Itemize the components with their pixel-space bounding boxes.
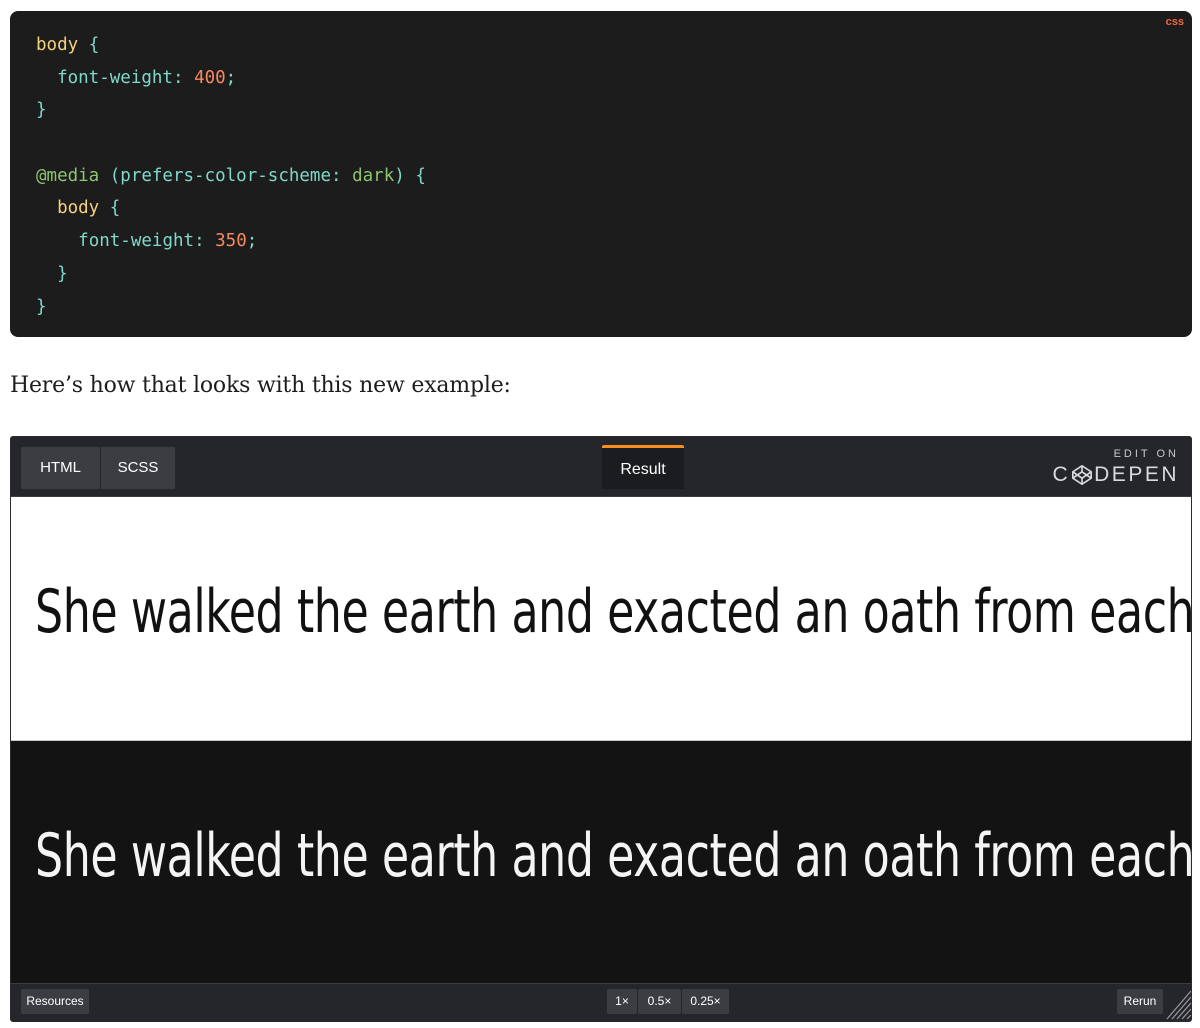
edit-on-label: EDIT ON [1113,448,1179,460]
resize-grip-icon[interactable] [1165,985,1191,1021]
tab-html[interactable]: HTML [21,447,100,489]
code-token: } [57,263,68,284]
code-lines: body { font-weight: 400;} @media (prefers… [36,29,426,323]
code-token: body [57,198,100,219]
sample-text-light: She walked the earth and exacted an oath… [35,577,1191,647]
code-token: ; [225,67,237,88]
code-token: 400 [194,67,226,88]
code-line: } [36,291,426,324]
code-token: body [36,35,79,55]
code-token: } [36,100,47,121]
code-token: { [78,35,100,55]
embed-footer: Resources 1× 0.5× 0.25× Rerun [11,983,1191,1021]
code-line: @media (prefers-color-scheme: dark) { [36,160,426,193]
code-token: font-weight [78,231,195,252]
code-token: : [194,231,216,252]
code-line: } [36,94,426,127]
codepen-logo-link[interactable]: C DEPEN [1052,461,1179,489]
code-line: font-weight: 350; [36,225,426,258]
code-token: : [172,67,195,88]
code-line: } [36,258,426,291]
code-token: dark [352,165,395,186]
sample-text-dark: She walked the earth and exacted an oath… [35,821,1191,891]
embed-header: HTML SCSS Result EDIT ON C DEPEN [11,437,1191,497]
zoom-025x-button[interactable]: 0.25× [682,989,729,1014]
codepen-embed: HTML SCSS Result EDIT ON C DEPEN She wal… [10,436,1192,1022]
code-token: 350 [215,231,247,252]
code-token: { [99,198,121,219]
code-token: } [36,296,47,317]
code-token: ) { [394,165,426,186]
result-preview-dark: She walked the earth and exacted an oath… [11,741,1191,985]
codepen-brand-pre: C [1052,463,1071,486]
zoom-05x-button[interactable]: 0.5× [638,989,681,1014]
tab-scss[interactable]: SCSS [101,447,175,489]
code-token: ; [246,231,258,252]
code-line: body { [36,192,426,225]
code-language-label: css [1165,16,1184,28]
rerun-button[interactable]: Rerun [1117,989,1163,1014]
resources-button[interactable]: Resources [21,989,89,1014]
result-preview-light: She walked the earth and exacted an oath… [11,497,1191,741]
code-line: body { [36,29,426,62]
code-token: font-weight [57,67,173,88]
zoom-1x-button[interactable]: 1× [607,989,637,1014]
paragraph-text: Here’s how that looks with this new exam… [10,373,511,398]
tab-result[interactable]: Result [602,445,684,489]
code-line: font-weight: 400; [36,62,426,95]
code-token: (prefers-color-scheme: [99,165,353,186]
codepen-brand-post: DEPEN [1094,463,1179,486]
code-token: @media [36,165,100,186]
codepen-icon [1072,465,1093,485]
code-block: css body { font-weight: 400;} @media (pre… [10,11,1192,337]
